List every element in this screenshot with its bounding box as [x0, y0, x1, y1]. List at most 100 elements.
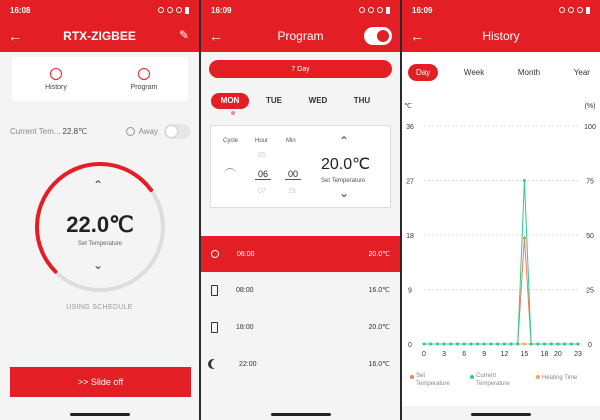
range-tab-month[interactable]: Month [510, 64, 548, 81]
range-tab-week[interactable]: Week [456, 64, 492, 81]
decrease-temp-icon[interactable]: ⌄ [339, 186, 349, 200]
back-arrow-icon[interactable]: ← [8, 28, 24, 44]
y-tick-label-left: 36 [406, 124, 414, 131]
history-tab[interactable]: History [12, 57, 100, 101]
y-tick-label-right: 50 [586, 233, 594, 240]
legend-label: Current [476, 373, 496, 379]
home-indicator[interactable] [270, 413, 331, 416]
history-chart: ℃ (%)36 10027 7518 509 250 00 3 6 9 12 15 18 20 23SetT… [404, 103, 596, 387]
compass-icon [125, 126, 135, 136]
increase-temp-icon[interactable]: ⌃ [339, 134, 349, 148]
door-in-icon [211, 321, 218, 333]
home-indicator[interactable] [69, 413, 130, 416]
status-time: 16:09 [412, 5, 433, 15]
home-indicator[interactable] [471, 413, 531, 416]
program-enable-toggle[interactable] [364, 27, 392, 45]
edit-icon[interactable]: ✎ [179, 28, 189, 42]
day-tab-mon[interactable]: MON [211, 93, 249, 109]
x-tick-label: 3 [442, 351, 446, 358]
range-tabs: Day Week Month Year [408, 62, 598, 82]
clock-icon [50, 67, 62, 80]
data-point [449, 342, 453, 346]
schedule-temp: 16.0℃ [368, 287, 391, 294]
range-tab-day[interactable]: Day [408, 63, 439, 81]
y-tick-label-left: 27 [406, 179, 414, 186]
minute-next: 15 [288, 188, 296, 195]
set-temperature-value: 22.0℃ [66, 212, 134, 237]
cycle-label: Cycle [223, 138, 239, 144]
status-bar: 16:08 [0, 0, 199, 20]
period-temperature: 20.0℃ [321, 156, 371, 173]
increase-temp-icon[interactable]: ⌃ [93, 178, 103, 192]
sunrise-icon[interactable] [224, 168, 236, 178]
hour-next: 07 [258, 188, 266, 195]
away-toggle[interactable] [164, 123, 190, 139]
program-tab[interactable]: Program [100, 57, 188, 101]
set-temperature-label: Set Temperature [77, 241, 123, 247]
day-tab-tue[interactable]: TUE [255, 93, 293, 109]
data-point [435, 342, 439, 346]
status-icons [158, 6, 189, 14]
data-point [569, 342, 573, 346]
y-axis-unit-left: ℃ [404, 103, 412, 110]
schedule-row[interactable]: 08:00 16.0℃ [201, 272, 400, 308]
schedule-time: 18:00 [236, 323, 254, 331]
legend-marker [410, 375, 414, 379]
legend-label: Temperature [476, 381, 510, 387]
y-tick-label-left: 0 [408, 342, 412, 349]
x-tick-label: 15 [521, 351, 529, 358]
x-tick-label: 9 [482, 351, 486, 358]
data-point [462, 342, 466, 346]
current-temp-value: 22.8℃ [62, 126, 88, 136]
data-point [502, 342, 506, 346]
y-axis-unit-right: (%) [585, 103, 596, 110]
data-point [482, 342, 486, 346]
schedule-time: 22:00 [239, 360, 257, 368]
schedule-row[interactable]: 18:00 20.0℃ [201, 309, 400, 345]
system-nav-bar [201, 406, 400, 420]
back-arrow-icon[interactable]: ← [209, 28, 225, 44]
history-screen: 16:09 ← History Day Week Month Year ℃ (%)… [402, 0, 600, 420]
program-screen: 16:09 ← Program 7 Day MON TUE WED THU Cy… [201, 0, 400, 420]
data-point [509, 342, 513, 346]
back-arrow-icon[interactable]: ← [410, 28, 426, 44]
schedule-row[interactable]: 06:00 20.0℃ [201, 236, 400, 272]
current-temp-label: Current Tem... [10, 126, 61, 136]
data-point [469, 342, 473, 346]
status-icons [359, 6, 390, 14]
data-point [476, 342, 480, 346]
legend-label: Set [416, 373, 425, 379]
system-nav-bar [402, 406, 600, 420]
day-tab-thu[interactable]: THU [343, 93, 381, 109]
minute-picker[interactable]: 00 [285, 169, 301, 180]
schedule-temp: 20.0℃ [368, 251, 391, 258]
range-tab-year[interactable]: Year [566, 64, 598, 81]
active-day-indicator [231, 111, 235, 115]
schedule-time: 08:00 [236, 286, 254, 294]
data-point [516, 342, 520, 346]
x-tick-label: 0 [422, 351, 426, 358]
moon-icon [211, 359, 221, 369]
program-mode-selector[interactable]: 7 Day [209, 60, 392, 78]
data-point [496, 342, 500, 346]
data-point [489, 342, 493, 346]
day-tab-wed[interactable]: WED [299, 93, 337, 109]
data-point [576, 342, 580, 346]
schedule-row[interactable]: 22:00 16.0℃ [201, 346, 400, 382]
slide-off-button[interactable]: >> Slide off [10, 367, 191, 397]
status-bar: 16:09 [402, 0, 600, 20]
legend-marker [536, 375, 540, 379]
current-temp-row: Current Tem... 22.8℃ Away [10, 122, 190, 140]
y-tick-label-right: 75 [586, 179, 594, 186]
schedule-time: 06:00 [237, 250, 255, 258]
history-tab-label: History [45, 83, 67, 91]
period-editor: Cycle Hour Min 05 06 07 00 15 ⌃ 20.0℃ Se… [210, 125, 391, 208]
decrease-temp-icon[interactable]: ⌄ [93, 258, 103, 272]
data-point [429, 342, 433, 346]
hour-picker[interactable]: 06 [255, 169, 271, 180]
x-tick-label: 18 [541, 351, 549, 358]
data-point [522, 342, 526, 346]
hour-label: Hour [255, 138, 269, 144]
y-tick-label-left: 18 [406, 233, 414, 240]
x-tick-label: 12 [500, 351, 508, 358]
